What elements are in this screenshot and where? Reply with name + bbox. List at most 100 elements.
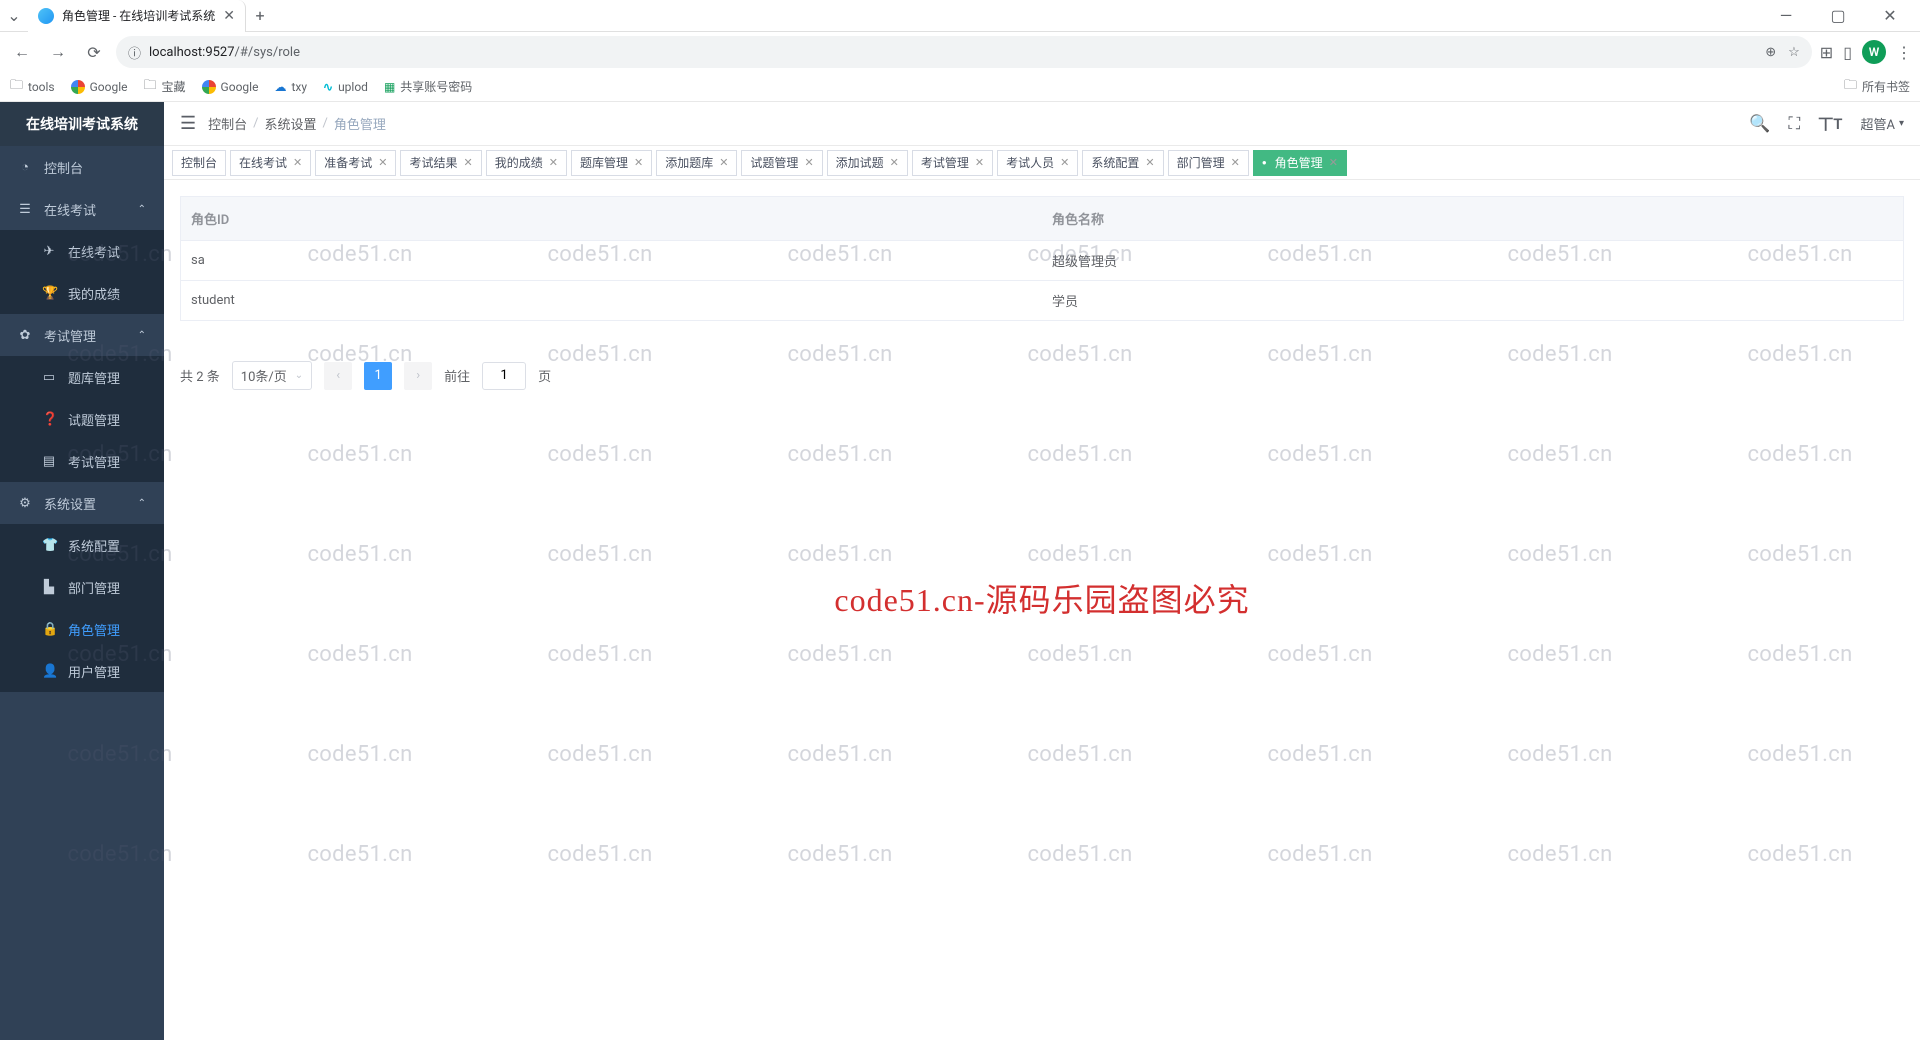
content-area: 角色ID 角色名称 sa超级管理员student学员 共 2 条 10条/页 ⌄… [164,180,1920,1040]
tab-label: 添加试题 [836,154,884,171]
sidebar: 在线培训考试系统 ◔控制台☰在线考试⌃✈在线考试🏆我的成绩✿考试管理⌃▭题库管理… [0,102,164,1040]
sidebar-item-考试管理[interactable]: ✿考试管理⌃ [0,314,164,356]
pagination-prev[interactable]: ‹ [324,362,352,390]
site-info-icon[interactable]: ⓘ [128,43,141,62]
page-tab-添加试题[interactable]: 添加试题 ✕ [827,150,908,176]
tab-close-icon[interactable]: ✕ [464,156,473,169]
all-bookmarks[interactable]: 所有书签 [1844,76,1910,98]
bookmark-item[interactable]: 共享账号密码 [384,78,472,95]
search-icon[interactable]: 🔍 [1749,114,1770,134]
breadcrumb-item[interactable]: 控制台 [208,114,247,133]
bookmark-item[interactable]: Google [71,80,128,94]
new-tab-button[interactable]: + [246,6,274,25]
nav-back[interactable]: ← [8,38,36,66]
table-row[interactable]: student学员 [181,281,1904,321]
bookmark-item[interactable]: Google [202,80,259,94]
page-tab-考试人员[interactable]: 考试人员✕ [997,150,1078,176]
menu-label: 我的成绩 [68,284,120,303]
bookmark-item[interactable]: tools [10,76,55,98]
tab-close-icon[interactable]: ✕ [890,156,899,169]
tab-close-icon[interactable]: ✕ [1231,156,1240,169]
browser-menu-icon[interactable]: ⋮ [1896,43,1912,62]
tab-close-icon[interactable]: ✕ [804,156,813,169]
tab-close-icon[interactable]: ✕ [378,156,387,169]
sidebar-item-角色管理[interactable]: 🔒角色管理 [0,608,164,650]
pagination-page-1[interactable]: 1 [364,362,392,390]
font-size-icon[interactable]: 丅T [1818,113,1842,134]
cell-role-name: 超级管理员 [1042,241,1904,281]
browser-tab[interactable]: 角色管理 - 在线培训考试系统 ✕ [28,0,246,32]
menu-label: 系统配置 [68,536,120,555]
side-panel-icon[interactable]: ▯ [1843,43,1852,62]
tab-close-icon[interactable]: ✕ [975,156,984,169]
tab-close-icon[interactable]: ✕ [634,156,643,169]
menu-label: 题库管理 [68,368,120,387]
nav-forward[interactable]: → [44,38,72,66]
sidebar-item-部门管理[interactable]: ▙部门管理 [0,566,164,608]
collapse-sidebar-icon[interactable]: ☰ [180,113,196,134]
page-tab-考试管理[interactable]: 考试管理 ✕ [912,150,993,176]
page-tab-控制台[interactable]: 控制台 [172,150,226,176]
tab-close-icon[interactable]: ✕ [293,156,302,169]
page-tab-角色管理[interactable]: 角色管理 ✕ [1253,150,1347,176]
page-tab-我的成绩[interactable]: 我的成绩✕ [486,150,567,176]
sidebar-item-试题管理[interactable]: ❓试题管理 [0,398,164,440]
window-close[interactable]: ✕ [1868,2,1912,30]
sidebar-item-考试管理[interactable]: ▤考试管理 [0,440,164,482]
menu-icon: 👕 [42,538,56,553]
pagination-next[interactable]: › [404,362,432,390]
menu-label: 控制台 [44,158,83,177]
table-row[interactable]: sa超级管理员 [181,241,1904,281]
window-minimize[interactable]: — [1764,2,1808,30]
page-tab-部门管理[interactable]: 部门管理✕ [1168,150,1249,176]
sidebar-item-控制台[interactable]: ◔控制台 [0,146,164,188]
page-tab-准备考试[interactable]: 准备考试✕ [315,150,396,176]
window-maximize[interactable]: ▢ [1816,2,1860,30]
page-tab-试题管理[interactable]: 试题管理 ✕ [741,150,822,176]
tab-label: 试题管理 [750,154,798,171]
tab-close-icon[interactable]: ✕ [549,156,558,169]
page-tab-在线考试[interactable]: 在线考试✕ [230,150,311,176]
page-tab-题库管理[interactable]: 题库管理✕ [571,150,652,176]
page-tab-添加题库[interactable]: 添加题库✕ [656,150,737,176]
bookmark-item[interactable]: 宝藏 [144,76,186,98]
page-tab-考试结果[interactable]: 考试结果✕ [400,150,481,176]
menu-label: 部门管理 [68,578,120,597]
profile-avatar[interactable]: W [1862,40,1886,64]
cell-role-id: sa [181,241,1043,281]
tab-close-icon[interactable]: ✕ [719,156,728,169]
fullscreen-icon[interactable]: ⛶ [1788,114,1800,134]
tab-close-icon[interactable]: ✕ [1060,156,1069,169]
bookmark-item[interactable]: txy [274,80,307,94]
sidebar-item-我的成绩[interactable]: 🏆我的成绩 [0,272,164,314]
tab-close-icon[interactable]: ✕ [223,8,235,24]
tab-label: 考试管理 [921,154,969,171]
user-dropdown[interactable]: 超管A▾ [1860,114,1904,133]
page-size-select[interactable]: 10条/页 ⌄ [232,361,312,390]
bookmark-item[interactable]: uplod [323,80,368,94]
nav-reload[interactable]: ⟳ [80,38,108,66]
table-header-id[interactable]: 角色ID [181,197,1043,241]
sidebar-item-题库管理[interactable]: ▭题库管理 [0,356,164,398]
folder-icon [144,76,157,98]
url-bar[interactable]: ⓘ localhost:9527/#/sys/role ⊕ ☆ [116,36,1812,68]
sidebar-item-用户管理[interactable]: 👤用户管理 [0,650,164,692]
sidebar-item-在线考试[interactable]: ✈在线考试 [0,230,164,272]
breadcrumb-item[interactable]: 系统设置 [265,114,317,133]
bookmark-star-icon[interactable]: ☆ [1788,45,1800,60]
pagination-goto-input[interactable] [482,362,526,390]
table-header-name[interactable]: 角色名称 [1042,197,1904,241]
translate-icon[interactable]: ⊕ [1765,45,1776,60]
extensions-icon[interactable]: ⊞ [1820,43,1833,62]
page-tab-系统配置[interactable]: 系统配置✕ [1082,150,1163,176]
menu-icon: ✈ [42,244,56,259]
tab-list-dropdown[interactable]: ⌄ [0,6,28,25]
sidebar-item-系统配置[interactable]: 👕 系统配置 [0,524,164,566]
tab-label: 角色管理 [1275,154,1323,171]
sidebar-item-在线考试[interactable]: ☰在线考试⌃ [0,188,164,230]
menu-label: 用户管理 [68,662,120,681]
sidebar-item-系统设置[interactable]: ⚙系统设置⌃ [0,482,164,524]
tab-close-icon[interactable]: ✕ [1145,156,1154,169]
upload-icon [323,80,333,94]
tab-close-icon[interactable]: ✕ [1329,156,1338,169]
